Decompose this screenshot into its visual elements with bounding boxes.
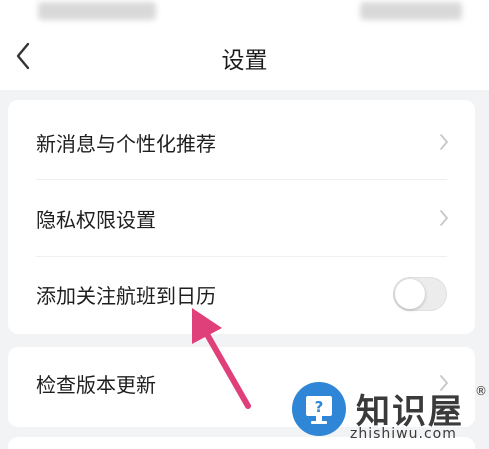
status-bar-left-blurred [38, 2, 156, 20]
status-bar [0, 0, 489, 28]
page-title: 设置 [221, 48, 268, 74]
divider [36, 256, 447, 257]
divider [36, 179, 447, 180]
settings-row-calendar: 添加关注航班到日历 [8, 258, 475, 334]
settings-row-label: 检查版本更新 [36, 373, 156, 397]
add-to-calendar-toggle[interactable] [393, 277, 447, 311]
toggle-knob [395, 279, 425, 309]
svg-text:?: ? [315, 398, 324, 416]
monitor-question-icon: ? [306, 396, 332, 424]
chevron-right-icon [440, 134, 448, 150]
status-bar-right-blurred [360, 2, 462, 20]
settings-row-label: 新消息与个性化推荐 [36, 132, 216, 156]
settings-card-general: 新消息与个性化推荐 隐私权限设置 添加关注航班到日历 [8, 100, 475, 334]
settings-row-privacy[interactable]: 隐私权限设置 [8, 182, 475, 258]
settings-row-notifications[interactable]: 新消息与个性化推荐 [8, 106, 475, 182]
watermark-circle: ? [292, 382, 346, 436]
settings-row-label: 隐私权限设置 [36, 208, 156, 232]
settings-row-label: 添加关注航班到日历 [36, 284, 216, 308]
watermark-registered-mark: ® [475, 384, 487, 398]
chevron-right-icon [440, 210, 448, 226]
watermark-url: zhishiwu.com [350, 426, 457, 442]
watermark-logo: ? 知识屋 ® zhishiwu.com [292, 382, 489, 449]
nav-bar: 设置 [0, 28, 489, 90]
